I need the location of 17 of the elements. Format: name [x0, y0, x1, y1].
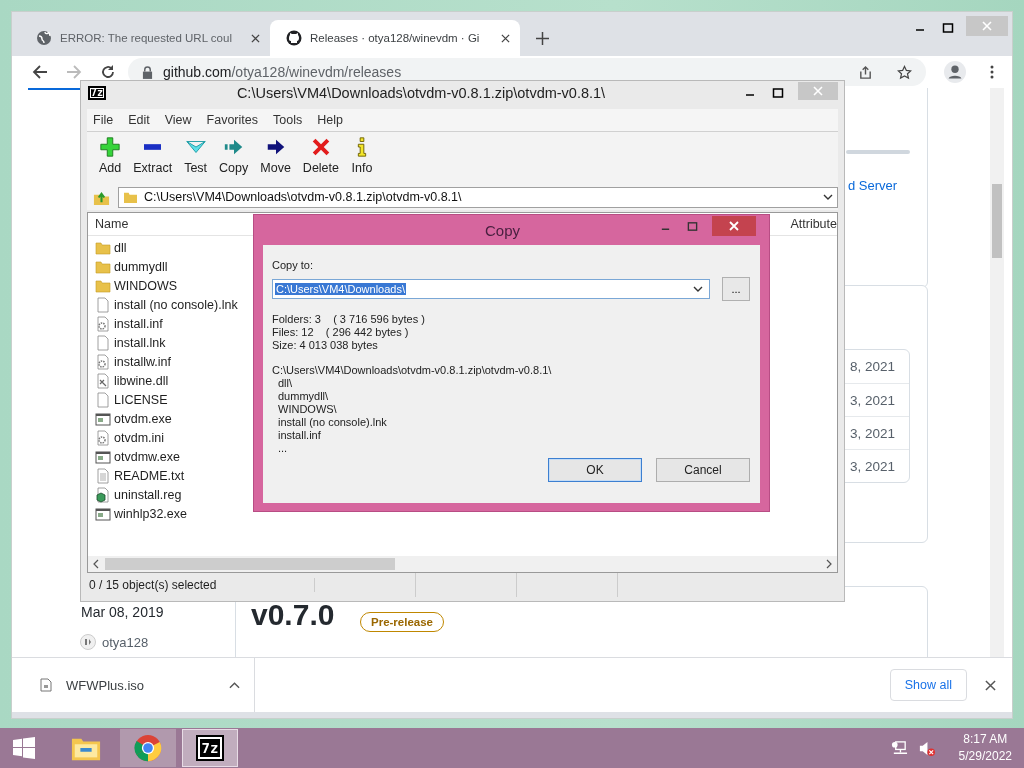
field-label: Copy to:: [272, 259, 314, 271]
source-path: C:\Users\VM4\Downloads\otvdm-v0.8.1.zip\otvdm-v0.8.1\: [272, 364, 553, 377]
info-line: Files: 12 ( 296 442 bytes ): [272, 326, 410, 339]
date-row-text: 8, 2021: [848, 358, 896, 376]
listing-line: WINDOWS\: [277, 403, 338, 416]
listing-line: install.inf: [277, 429, 322, 442]
listing-line: dummydll\: [277, 390, 330, 403]
listing-line: install (no console).lnk: [277, 416, 388, 429]
dialog-title: Copy: [484, 221, 521, 239]
info-line: Size: 4 013 038 bytes: [272, 339, 379, 352]
listing-line: ...: [277, 442, 289, 455]
release-date: Mar 08, 2019: [81, 604, 164, 620]
status-text: 0 / 15 object(s) selected: [87, 578, 315, 592]
info-line: Folders: 3 ( 3 716 596 bytes ): [272, 313, 426, 326]
app-logo: 7z: [197, 737, 223, 759]
listing-line: dll\: [277, 377, 294, 390]
window-title: C:\Users\VM4\Downloads\otvdm-v0.8.1.zip\otvdm-v0.8.1\: [235, 85, 607, 101]
